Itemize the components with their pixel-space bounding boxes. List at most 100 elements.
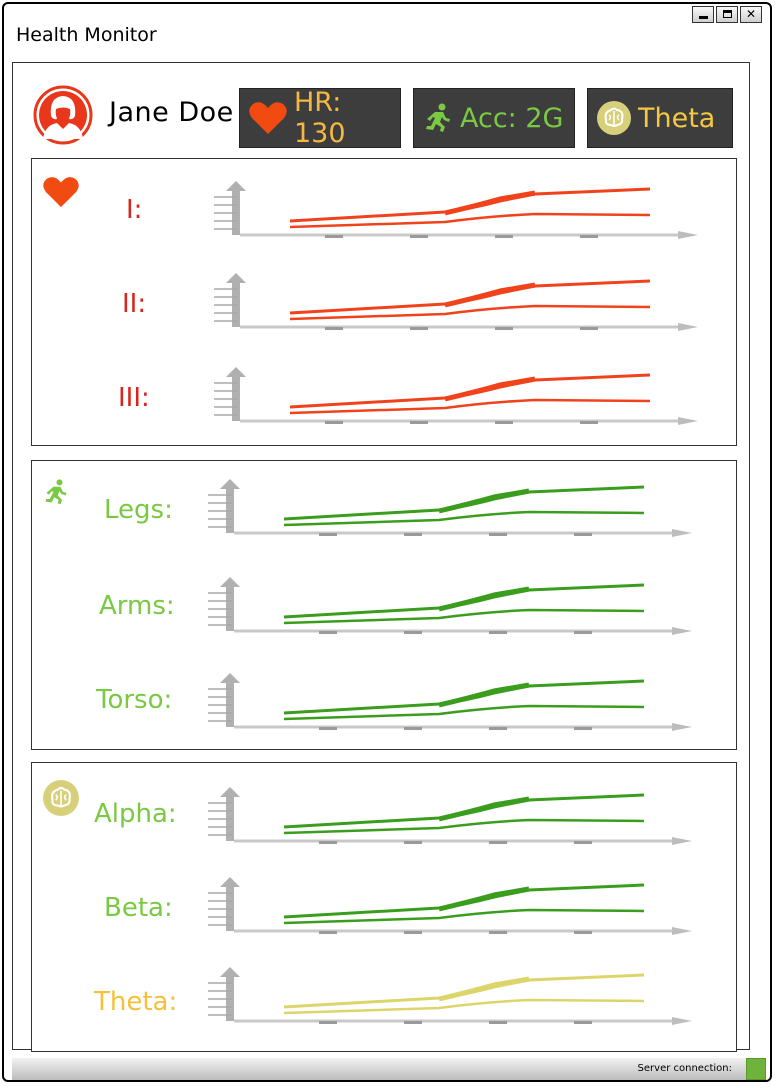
upper-series-emphasis: [444, 376, 536, 402]
x-axis-arrow: [678, 417, 698, 425]
x-axis-arrow: [672, 1017, 692, 1025]
close-button[interactable]: ✕: [740, 6, 762, 23]
acceleration-badge[interactable]: Acc: 2G: [413, 88, 575, 148]
x-tick: [574, 533, 592, 536]
brain-icon: [596, 100, 632, 136]
chart-arms: [194, 575, 694, 643]
x-tick: [410, 421, 428, 424]
lower-series-line: [283, 704, 645, 721]
x-tick: [580, 235, 598, 238]
x-tick: [410, 327, 428, 330]
x-tick: [319, 1021, 337, 1024]
x-tick: [489, 931, 507, 934]
x-tick: [574, 1021, 592, 1024]
y-axis-bar: [226, 795, 234, 841]
lower-series-line: [283, 908, 645, 925]
y-axis-bar: [226, 681, 234, 727]
x-axis-arrow: [672, 723, 692, 731]
x-tick: [319, 727, 337, 730]
x-tick: [580, 421, 598, 424]
upper-series-emphasis: [438, 796, 530, 822]
x-tick: [404, 533, 422, 536]
y-axis-bar: [226, 885, 234, 931]
x-tick: [574, 931, 592, 934]
x-tick: [574, 841, 592, 844]
maximize-button[interactable]: [716, 6, 738, 23]
x-axis-arrow: [672, 627, 692, 635]
chart-theta: [194, 965, 694, 1033]
sparkline-svg: [208, 967, 692, 1025]
upper-series-emphasis: [444, 190, 536, 216]
close-icon: ✕: [745, 7, 757, 21]
x-tick: [404, 841, 422, 844]
y-axis-bar: [232, 375, 240, 421]
x-tick: [495, 327, 513, 330]
panel-ecg: I: II: III:: [31, 158, 737, 446]
x-tick: [325, 421, 343, 424]
window-title: Health Monitor: [16, 24, 157, 46]
x-tick: [489, 727, 507, 730]
sparkline-svg: [214, 181, 698, 239]
lower-series-line: [283, 608, 645, 625]
y-axis-bar: [226, 975, 234, 1021]
upper-series-emphasis: [444, 282, 536, 308]
chart-ecg-i: [200, 179, 700, 247]
row-label-alpha: Alpha:: [94, 799, 177, 829]
y-axis-bar: [226, 487, 234, 533]
y-axis-bar: [226, 585, 234, 631]
main-content: Jane Doe HR: 130 Acc: 2G Theta I: II: II…: [12, 62, 750, 1052]
chart-legs: [194, 477, 694, 545]
y-axis-arrow: [220, 479, 240, 489]
row-label-arms: Arms:: [99, 591, 175, 621]
sparkline-svg: [208, 787, 692, 845]
avatar: [33, 85, 93, 145]
x-tick: [319, 533, 337, 536]
row-label-legs: Legs:: [104, 495, 173, 525]
running-figure-icon: [422, 102, 454, 134]
row-label-theta: Theta:: [94, 987, 178, 1017]
upper-series-emphasis: [438, 682, 530, 708]
x-tick: [489, 1021, 507, 1024]
x-axis-arrow: [672, 927, 692, 935]
x-tick: [319, 631, 337, 634]
x-tick: [404, 727, 422, 730]
x-tick: [495, 421, 513, 424]
upper-series-emphasis: [438, 976, 530, 1002]
chart-beta: [194, 875, 694, 943]
heart-rate-badge[interactable]: HR: 130: [239, 87, 401, 149]
row-label-beta: Beta:: [104, 893, 173, 923]
y-axis-bar: [232, 189, 240, 235]
y-axis-arrow: [220, 577, 240, 587]
user-name: Jane Doe: [109, 97, 234, 128]
x-tick: [410, 235, 428, 238]
heart-rate-value: HR: 130: [294, 87, 346, 149]
sparkline-svg: [214, 273, 698, 331]
maximize-icon: [723, 10, 732, 18]
y-axis-bar: [232, 281, 240, 327]
row-label-ecg-iii: III:: [118, 383, 150, 413]
chart-ecg-iii: [200, 365, 700, 433]
brain-wave-value: Theta: [638, 102, 716, 134]
sparkline-svg: [208, 479, 692, 537]
lower-series-line: [289, 398, 651, 415]
upper-series-emphasis: [438, 488, 530, 514]
x-tick: [319, 841, 337, 844]
heart-icon: [248, 100, 288, 136]
y-axis-arrow: [220, 967, 240, 977]
x-tick: [574, 631, 592, 634]
server-connection-indicator: [746, 1058, 766, 1080]
x-axis-arrow: [678, 231, 698, 239]
y-axis-arrow: [220, 673, 240, 683]
brain-wave-badge[interactable]: Theta: [587, 88, 733, 148]
window-controls: ✕: [690, 6, 762, 23]
y-axis-arrow: [226, 367, 246, 377]
lower-series-line: [283, 998, 645, 1015]
minimize-button[interactable]: [692, 6, 714, 23]
chart-ecg-ii: [200, 271, 700, 339]
x-tick: [404, 931, 422, 934]
sparkline-svg: [214, 367, 698, 425]
x-tick: [489, 631, 507, 634]
x-tick: [404, 1021, 422, 1024]
x-axis-arrow: [678, 323, 698, 331]
lower-series-line: [289, 304, 651, 321]
